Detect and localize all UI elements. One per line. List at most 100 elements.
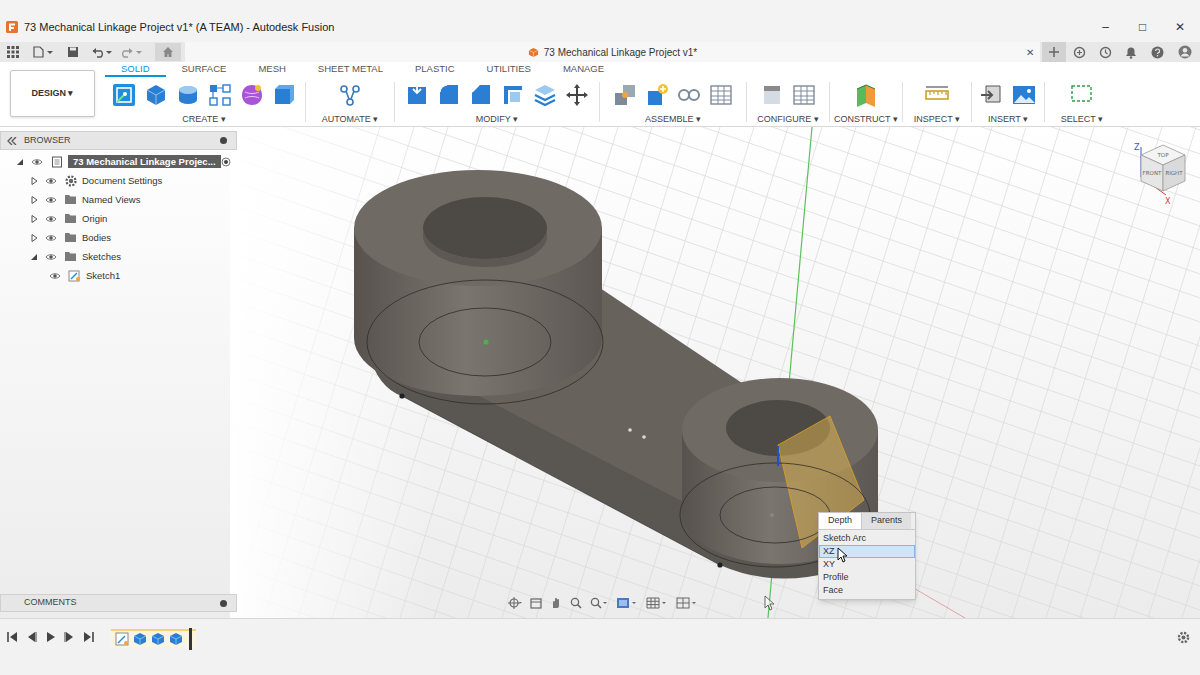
zoom-window-icon[interactable]: [590, 596, 608, 610]
revolve-tool-icon[interactable]: [176, 83, 200, 107]
pan-hand-icon[interactable]: [550, 596, 562, 610]
browser-tree-item[interactable]: 73 Mechanical Linkage Projec...: [0, 152, 237, 171]
extrude-feature-icon[interactable]: [133, 632, 147, 646]
viewports-icon[interactable]: [676, 596, 698, 610]
user-avatar-icon[interactable]: [1170, 45, 1200, 59]
expand-toggle-icon[interactable]: [29, 215, 39, 223]
expand-toggle-icon[interactable]: [29, 196, 39, 204]
toolbar-tab[interactable]: PLASTIC: [399, 62, 471, 77]
timeline-marker[interactable]: [189, 628, 192, 650]
help-icon[interactable]: [1144, 46, 1170, 59]
browser-item-label[interactable]: Named Views: [82, 193, 140, 206]
model-viewport[interactable]: [0, 127, 1200, 618]
toolbar-group-label[interactable]: AUTOMATE ▾: [322, 113, 379, 127]
config-tool-icon[interactable]: [760, 83, 784, 107]
menu-tab[interactable]: Depth: [819, 513, 862, 529]
menu-item[interactable]: XZ: [819, 545, 915, 558]
home-icon[interactable]: [155, 43, 181, 61]
activate-radio-icon[interactable]: [221, 157, 231, 167]
zoom-icon[interactable]: [570, 596, 582, 610]
select-tool-icon[interactable]: [1070, 83, 1094, 107]
fillet-tool-icon[interactable]: [437, 83, 461, 107]
pin-panel-icon[interactable]: [219, 136, 228, 145]
pattern-tool-icon[interactable]: [208, 83, 232, 107]
browser-item-label[interactable]: Sketch1: [86, 269, 120, 282]
pin-panel-icon[interactable]: [219, 599, 228, 608]
browser-tree-item[interactable]: Named Views: [0, 190, 237, 209]
motion-tool-icon[interactable]: [677, 83, 701, 107]
toolbar-group-label[interactable]: CONSTRUCT ▾: [834, 113, 898, 127]
toolbar-group-label[interactable]: SELECT ▾: [1061, 113, 1103, 127]
toolbar-group-label[interactable]: CREATE ▾: [182, 113, 225, 127]
joint-tool-icon[interactable]: [613, 83, 637, 107]
viewport-canvas[interactable]: BROWSER73 Mechanical Linkage Projec...Do…: [0, 127, 1200, 618]
workspace-switcher[interactable]: DESIGN ▾: [10, 70, 95, 117]
step-forward-icon[interactable]: [64, 632, 75, 642]
table-tool-icon[interactable]: [709, 83, 733, 107]
browser-item-label[interactable]: Document Settings: [82, 174, 162, 187]
notifications-bell-icon[interactable]: [1118, 46, 1144, 59]
save-icon[interactable]: [66, 46, 80, 58]
form-tool-icon[interactable]: [240, 83, 264, 107]
new-tab-plus-icon[interactable]: [1042, 42, 1066, 62]
browser-tree-item[interactable]: Sketch1: [0, 266, 237, 285]
chamfer-tool-icon[interactable]: [469, 83, 493, 107]
browser-tree-item[interactable]: Document Settings: [0, 171, 237, 190]
visibility-eye-icon[interactable]: [45, 215, 57, 223]
expand-toggle-icon[interactable]: [29, 234, 39, 242]
toolbar-tab[interactable]: SHEET METAL: [302, 62, 399, 77]
visibility-eye-icon[interactable]: [45, 196, 57, 204]
toolbar-group-label[interactable]: INSERT ▾: [988, 113, 1028, 127]
expand-toggle-icon[interactable]: [29, 253, 39, 261]
browser-item-label[interactable]: Bodies: [82, 231, 111, 244]
menu-tab[interactable]: Parents: [862, 513, 911, 529]
extrude-feature-icon[interactable]: [169, 632, 183, 646]
toolbar-tab[interactable]: SOLID: [105, 62, 166, 77]
play-icon[interactable]: [45, 632, 56, 642]
view-cube-face-label[interactable]: FRONT: [1143, 170, 1162, 176]
go-to-start-icon[interactable]: [7, 632, 18, 642]
display-settings-icon[interactable]: [616, 596, 638, 610]
timeline-settings-gear-icon[interactable]: [1177, 629, 1190, 645]
image-tool-icon[interactable]: [1012, 83, 1036, 107]
toolbar-group-label[interactable]: ASSEMBLE ▾: [645, 113, 701, 127]
visibility-eye-icon[interactable]: [45, 234, 57, 242]
insert-tool-icon[interactable]: [980, 83, 1004, 107]
step-back-icon[interactable]: [26, 632, 37, 642]
app-grid-icon[interactable]: [6, 46, 20, 58]
visibility-eye-icon[interactable]: [49, 272, 61, 280]
shell-tool-icon[interactable]: [501, 83, 525, 107]
browser-item-label[interactable]: 73 Mechanical Linkage Projec...: [68, 155, 221, 168]
file-menu-icon[interactable]: [32, 46, 54, 58]
toolbar-group-label[interactable]: INSPECT ▾: [914, 113, 960, 127]
toolbar-tab[interactable]: SURFACE: [166, 62, 243, 77]
view-cube-face-label[interactable]: RIGHT: [1165, 170, 1183, 176]
redo-icon[interactable]: [120, 46, 144, 58]
menu-item[interactable]: Sketch Arc: [819, 532, 915, 545]
layers-tool-icon[interactable]: [533, 83, 557, 107]
expand-toggle-icon[interactable]: [15, 158, 25, 166]
expand-toggle-icon[interactable]: [29, 177, 39, 185]
menu-item[interactable]: Face: [819, 584, 915, 597]
window-control-button[interactable]: –: [1087, 18, 1124, 36]
extensions-icon[interactable]: [1066, 46, 1092, 59]
comments-panel[interactable]: COMMENTS: [0, 594, 237, 612]
grid-settings-icon[interactable]: [646, 596, 668, 610]
menu-item[interactable]: XY: [819, 558, 915, 571]
visibility-eye-icon[interactable]: [45, 177, 57, 185]
node-tool-icon[interactable]: [338, 83, 362, 107]
component-tool-icon[interactable]: [645, 83, 669, 107]
visibility-eye-icon[interactable]: [31, 158, 43, 166]
visibility-eye-icon[interactable]: [45, 253, 57, 261]
ruler-tool-icon[interactable]: [925, 83, 949, 107]
toolbar-group-label[interactable]: MODIFY ▾: [476, 113, 518, 127]
document-tab-close[interactable]: ✕: [1026, 45, 1034, 60]
menu-item[interactable]: Profile: [819, 571, 915, 584]
browser-tree-item[interactable]: Bodies: [0, 228, 237, 247]
orbit-icon[interactable]: [508, 596, 522, 610]
sketch-tool-icon[interactable]: [112, 83, 136, 107]
extrude-feature-icon[interactable]: [151, 632, 165, 646]
view-cube-face-label[interactable]: TOP: [1156, 152, 1169, 158]
undo-icon[interactable]: [90, 46, 114, 58]
cube-tool-icon[interactable]: [272, 83, 296, 107]
